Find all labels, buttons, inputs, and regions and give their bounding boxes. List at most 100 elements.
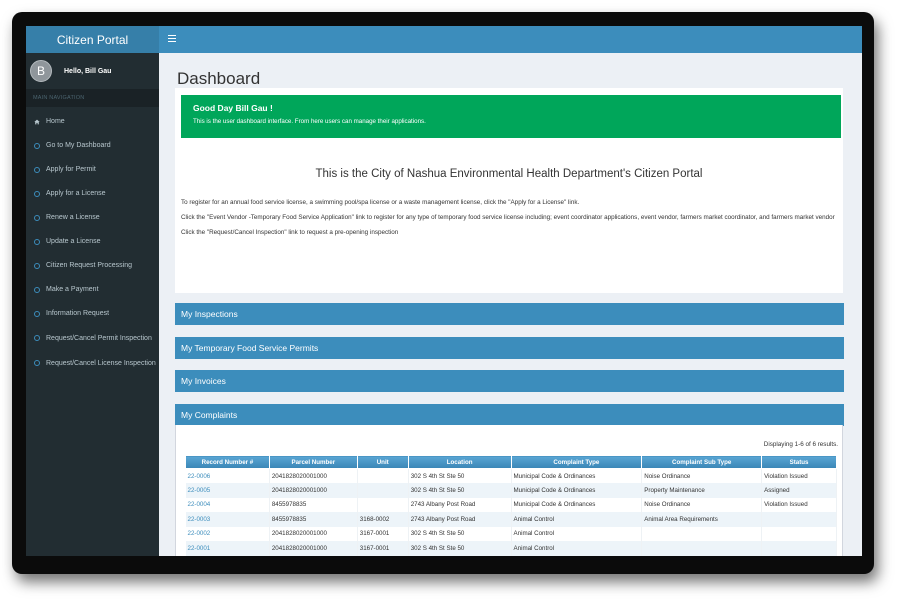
table-cell <box>761 526 837 541</box>
table-cell <box>641 526 763 541</box>
record-number-link[interactable]: 22-0001 <box>185 541 270 556</box>
sidebar-item-apply-license[interactable]: Apply for a License <box>26 189 159 199</box>
table-cell: Municipal Code & Ordinances <box>511 497 643 512</box>
table-cell: 8455978835 <box>269 497 358 512</box>
table-cell <box>761 512 837 527</box>
column-header-unit[interactable]: Unit <box>356 455 409 469</box>
sidebar-item-label: Renew a License <box>46 214 100 221</box>
column-header-record-number[interactable]: Record Number # <box>185 455 270 469</box>
table-cell: 3167-0001 <box>357 541 409 556</box>
main-content: Dashboard Good Day Bill Gau ! This is th… <box>159 53 862 556</box>
table-cell: Animal Control <box>511 541 643 556</box>
circle-icon <box>34 215 40 221</box>
sidebar-item-label: Update a License <box>46 238 101 245</box>
table-cell: Assigned <box>761 483 837 498</box>
sidebar-item-license-inspection[interactable]: Request/Cancel License Inspection <box>26 358 159 369</box>
table-cell: 2743 Albany Post Road <box>408 497 512 512</box>
sidebar-item-label: Citizen Request Processing <box>46 262 132 269</box>
record-number-link[interactable]: 22-0005 <box>185 483 270 498</box>
my-invoices-panel[interactable]: My Invoices <box>175 370 844 392</box>
table-cell <box>357 483 409 498</box>
brand-logo[interactable]: Citizen Portal <box>26 26 159 53</box>
table-row: 22-0003 8455978835 3168-0002 2743 Albany… <box>185 512 837 527</box>
avatar[interactable]: B <box>30 60 52 82</box>
column-header-complaint-type[interactable]: Complaint Type <box>510 455 643 469</box>
sidebar-item-label: Request/Cancel License Inspection <box>46 360 156 367</box>
table-cell: 2041828020001000 <box>269 483 358 498</box>
complaints-panel-body: Displaying 1-6 of 6 results. Record Numb… <box>175 425 843 556</box>
user-greeting: Hello, Bill Gau <box>64 67 112 75</box>
sidebar-item-information-request[interactable]: Information Request <box>26 309 159 319</box>
circle-icon <box>34 167 40 173</box>
intro-paragraph: Click the "Request/Cancel Inspection" li… <box>181 229 399 236</box>
table-cell <box>357 497 409 512</box>
table-row: 22-0004 8455978835 2743 Albany Post Road… <box>185 497 837 512</box>
my-complaints-panel[interactable]: My Complaints <box>175 404 844 426</box>
sidebar-item-label: Information Request <box>46 310 110 317</box>
record-number-link[interactable]: 22-0003 <box>185 512 270 527</box>
results-count: Displaying 1-6 of 6 results. <box>763 441 838 448</box>
column-header-status[interactable]: Status <box>761 455 837 469</box>
welcome-callout: Good Day Bill Gau ! This is the user das… <box>181 95 841 138</box>
sidebar-item-make-payment[interactable]: Make a Payment <box>26 285 159 295</box>
intro-text: To register for an annual food service l… <box>181 198 837 243</box>
circle-icon <box>34 335 40 341</box>
user-panel: B Hello, Bill Gau <box>26 53 159 89</box>
table-cell: 302 S 4th St Ste 50 <box>408 541 512 556</box>
table-row: 22-0001 2041828020001000 3167-0001 302 S… <box>185 541 837 556</box>
column-header-complaint-sub-type[interactable]: Complaint Sub Type <box>641 455 763 469</box>
column-header-parcel-number[interactable]: Parcel Number <box>268 455 358 469</box>
app-window: Citizen Portal B Hello, Bill Gau MAIN NA… <box>26 26 862 556</box>
table-cell: Violation Issued <box>761 468 837 483</box>
sidebar-item-label: Request/Cancel Permit Inspection <box>46 335 152 342</box>
intro-box: Good Day Bill Gau ! This is the user das… <box>175 88 843 293</box>
table-cell: Municipal Code & Ordinances <box>511 483 643 498</box>
table-cell: 302 S 4th St Ste 50 <box>408 483 512 498</box>
sidebar-item-label: Home <box>46 118 65 125</box>
column-header-location[interactable]: Location <box>407 455 512 469</box>
sidebar-item-label: Apply for Permit <box>46 166 96 173</box>
record-number-link[interactable]: 22-0004 <box>185 497 270 512</box>
table-cell: 302 S 4th St Ste 50 <box>408 468 512 483</box>
sidebar-item-renew-license[interactable]: Renew a License <box>26 213 159 223</box>
sidebar-item-update-license[interactable]: Update a License <box>26 237 159 247</box>
circle-icon <box>34 263 40 269</box>
table-cell: 2041828020001000 <box>269 541 358 556</box>
table-cell <box>641 541 763 556</box>
sidebar-item-permit-inspection[interactable]: Request/Cancel Permit Inspection <box>26 333 159 344</box>
table-cell: Property Maintenance <box>641 483 763 498</box>
table-row: 22-0002 2041828020001000 3167-0001 302 S… <box>185 526 837 541</box>
sidebar-nav: Home Go to My Dashboard Apply for Permit… <box>26 107 159 369</box>
page-title: Dashboard <box>177 69 261 88</box>
table-cell: Animal Control <box>511 526 643 541</box>
table-cell: 3168-0002 <box>357 512 409 527</box>
circle-icon <box>34 287 40 293</box>
sidebar-item-dashboard[interactable]: Go to My Dashboard <box>26 141 159 151</box>
table-cell: 2041828020001000 <box>269 468 358 483</box>
table-cell: Noise Ordinance <box>641 468 763 483</box>
top-navbar <box>159 26 862 53</box>
table-cell: Animal Area Requirements <box>641 512 763 527</box>
menu-toggle-icon[interactable] <box>168 35 176 42</box>
record-number-link[interactable]: 22-0006 <box>185 468 270 483</box>
table-row: 22-0005 2041828020001000 302 S 4th St St… <box>185 483 837 498</box>
my-inspections-panel[interactable]: My Inspections <box>175 303 844 325</box>
table-header-row: Record Number # Parcel Number Unit Locat… <box>185 455 837 469</box>
sidebar-item-label: Go to My Dashboard <box>46 142 111 149</box>
nav-header: MAIN NAVIGATION <box>26 89 159 107</box>
sidebar-item-apply-permit[interactable]: Apply for Permit <box>26 165 159 175</box>
sidebar-item-label: Apply for a License <box>46 190 106 197</box>
page-header: Dashboard <box>169 53 862 88</box>
sidebar-item-home[interactable]: Home <box>26 117 159 127</box>
intro-paragraph: To register for an annual food service l… <box>181 199 580 206</box>
circle-icon <box>34 143 40 149</box>
intro-paragraph: Click the "Event Vendor -Temporary Food … <box>181 214 835 221</box>
circle-icon <box>34 191 40 197</box>
table-row: 22-0006 2041828020001000 302 S 4th St St… <box>185 468 837 483</box>
table-cell <box>357 468 409 483</box>
sidebar-item-citizen-request[interactable]: Citizen Request Processing <box>26 261 159 271</box>
table-cell: 302 S 4th St Ste 50 <box>408 526 512 541</box>
table-cell: Violation Issued <box>761 497 837 512</box>
my-temporary-permits-panel[interactable]: My Temporary Food Service Permits <box>175 337 844 359</box>
record-number-link[interactable]: 22-0002 <box>185 526 270 541</box>
